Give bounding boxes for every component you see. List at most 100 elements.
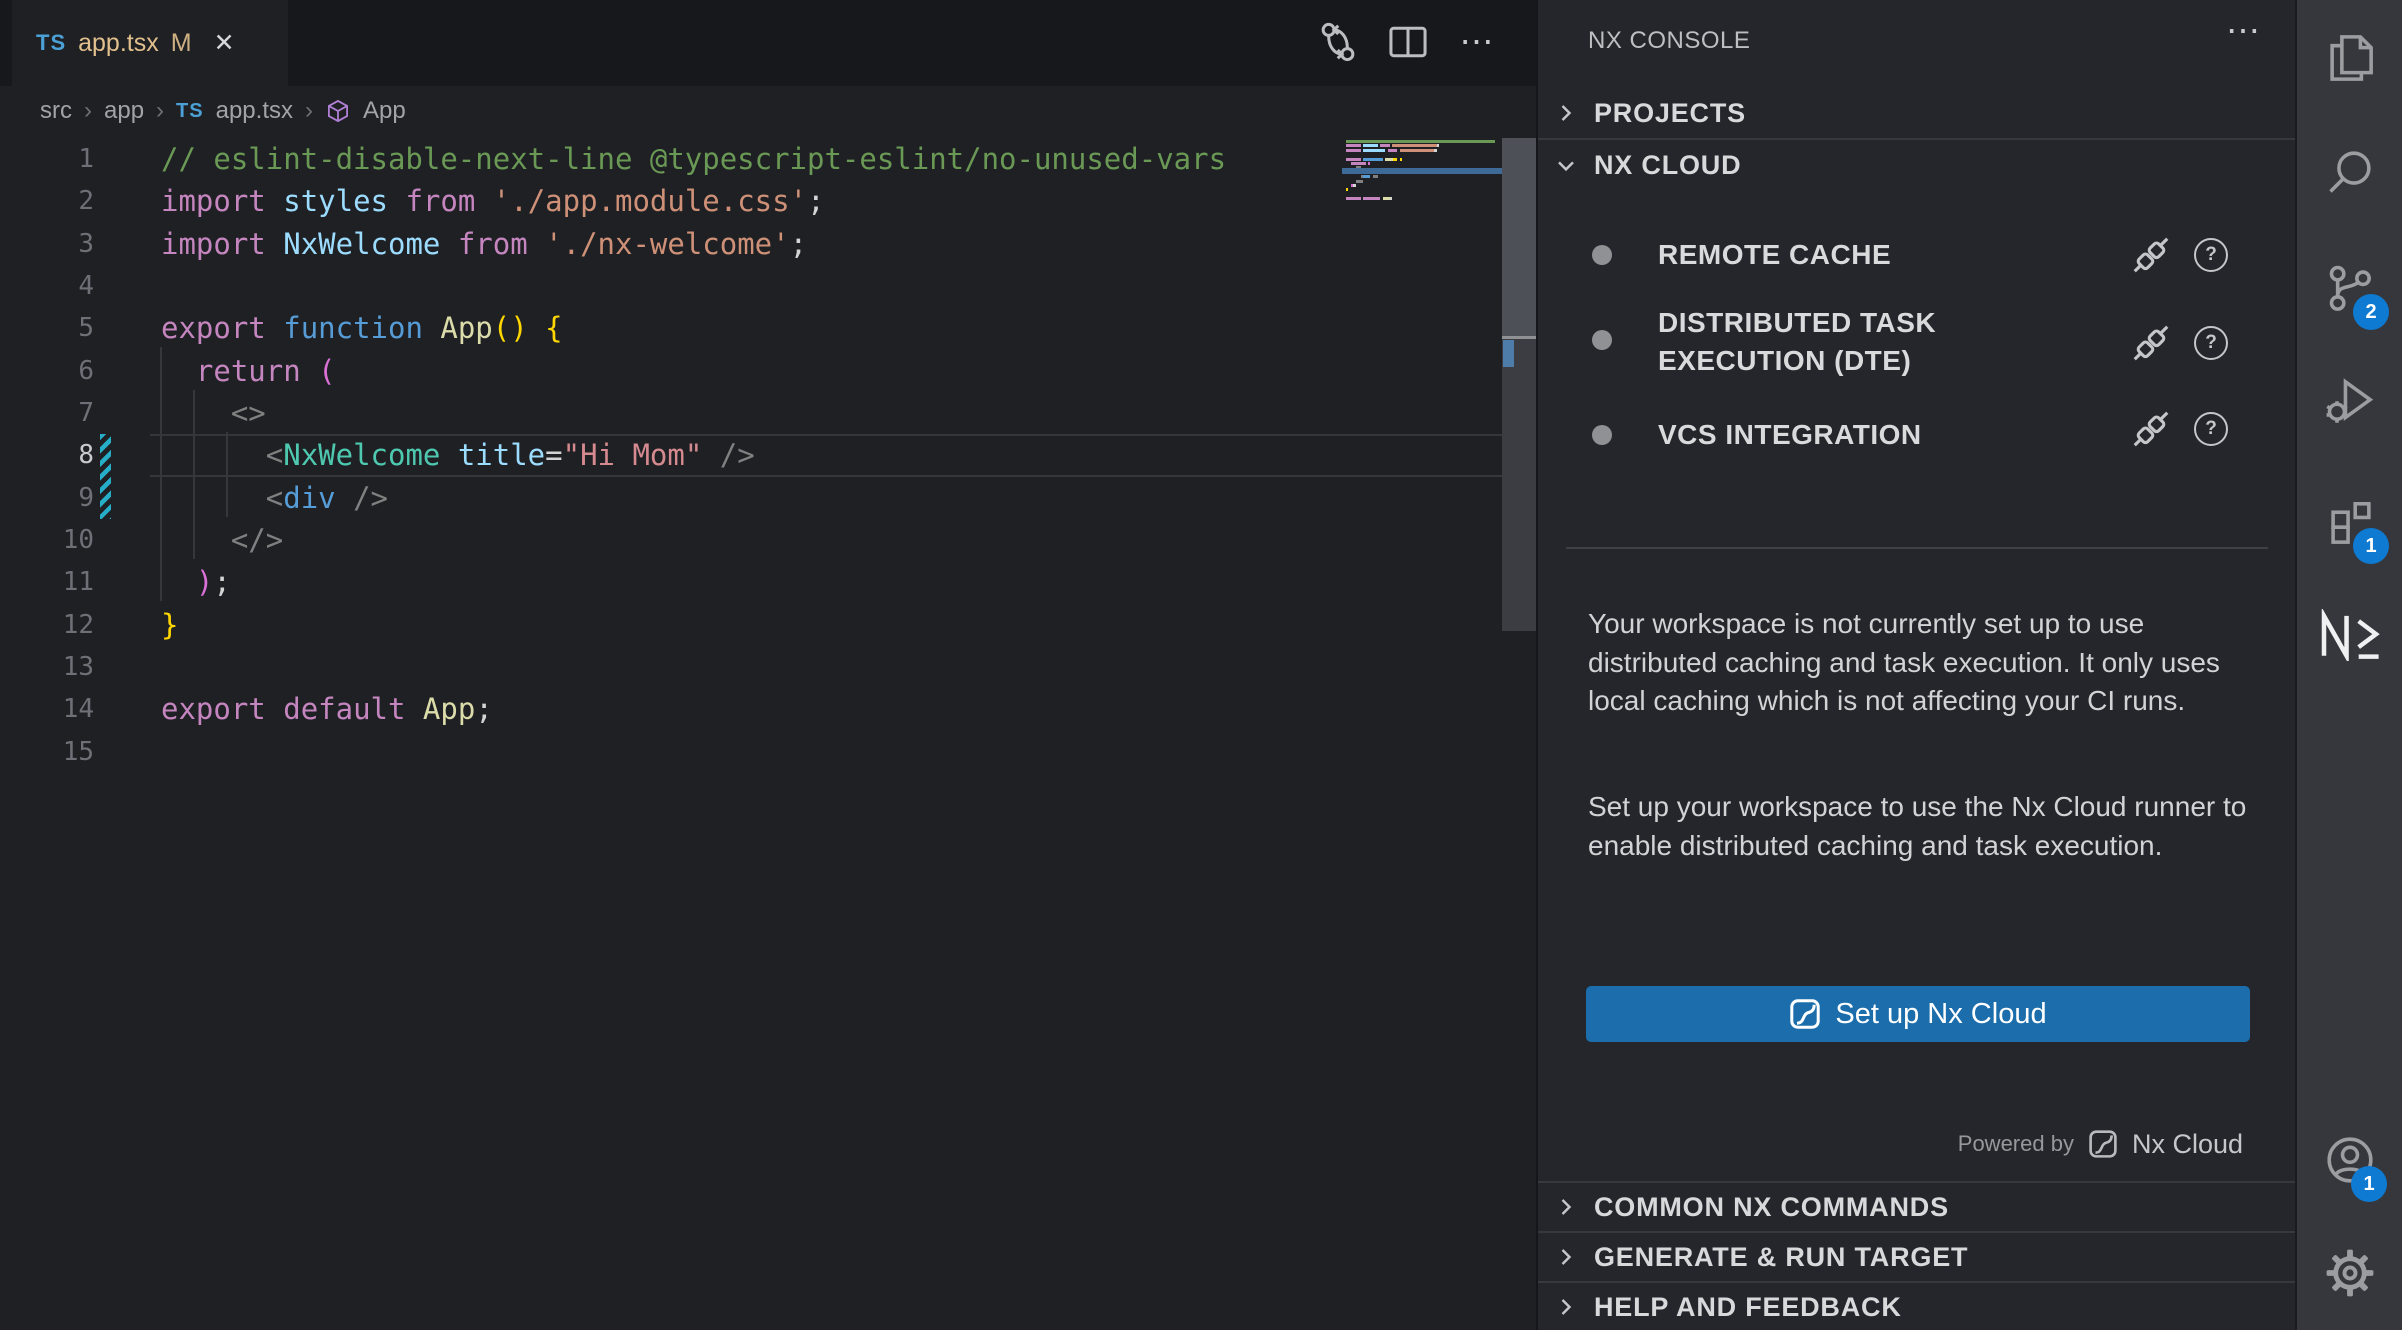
code-line[interactable]: 13	[0, 646, 1502, 688]
status-dot-icon	[1592, 330, 1612, 350]
tab-bar: TS app.tsx M ✕	[0, 0, 1536, 86]
editor-actions: ⋯	[1316, 20, 1500, 64]
code-line[interactable]: 14export default App;	[0, 688, 1502, 730]
code-line[interactable]: 7 <>	[0, 392, 1502, 434]
split-editor-icon[interactable]	[1386, 20, 1430, 64]
chevron-right-icon	[1552, 1293, 1580, 1321]
bottom-sections: COMMON NX COMMANDS GENERATE & RUN TARGET…	[1538, 1181, 2295, 1330]
settings-gear-icon[interactable]	[2297, 1223, 2402, 1323]
overview-ruler-modified-marker	[1503, 340, 1514, 367]
section-label: COMMON NX COMMANDS	[1594, 1192, 1949, 1223]
status-dot-icon	[1592, 425, 1612, 445]
nx-console-panel: NX CONSOLE ⋯ PROJECTS NX CLOUD REMOTE CA…	[1536, 0, 2295, 1330]
line-number: 3	[0, 229, 94, 259]
code-line[interactable]: 12}	[0, 604, 1502, 646]
source-control-badge: 2	[2353, 294, 2389, 330]
gutter-modified-indicator	[100, 434, 111, 519]
line-number: 13	[0, 652, 94, 682]
section-generate-run-target[interactable]: GENERATE & RUN TARGET	[1538, 1231, 2295, 1281]
indent-guide	[226, 432, 228, 517]
line-number: 6	[0, 356, 94, 386]
section-common-nx-commands[interactable]: COMMON NX COMMANDS	[1538, 1181, 2295, 1231]
breadcrumb-separator: ›	[84, 97, 92, 125]
connect-plug-icon[interactable]	[2130, 322, 2172, 364]
code-line[interactable]: 2import styles from './app.module.css';	[0, 180, 1502, 222]
nx-console-icon[interactable]	[2297, 585, 2402, 685]
tab-app-tsx[interactable]: TS app.tsx M ✕	[12, 0, 288, 86]
line-number: 15	[0, 737, 94, 767]
breadcrumb-separator: ›	[305, 97, 313, 125]
chevron-right-icon	[1552, 1243, 1580, 1271]
open-changes-icon[interactable]	[1316, 20, 1360, 64]
line-number: 5	[0, 313, 94, 343]
line-number: 9	[0, 483, 94, 513]
run-debug-icon[interactable]	[2297, 350, 2402, 450]
modified-badge: M	[171, 29, 192, 58]
tab-filename: app.tsx	[78, 29, 159, 58]
section-label: PROJECTS	[1594, 98, 1746, 129]
typescript-file-icon: TS	[36, 30, 66, 56]
breadcrumb-app[interactable]: app	[104, 97, 144, 125]
powered-by-brand: Nx Cloud	[2132, 1129, 2243, 1160]
close-tab-icon[interactable]: ✕	[214, 28, 235, 58]
activity-bar: 2 1	[2295, 0, 2402, 1330]
section-projects[interactable]: PROJECTS	[1538, 88, 2295, 138]
help-icon[interactable]: ?	[2194, 238, 2228, 272]
section-help-and-feedback[interactable]: HELP AND FEEDBACK	[1538, 1281, 2295, 1330]
extensions-badge: 1	[2353, 528, 2389, 564]
setup-nx-cloud-button[interactable]: Set up Nx Cloud	[1586, 986, 2250, 1042]
powered-by-row: Powered by Nx Cloud	[1958, 1118, 2243, 1170]
divider	[1566, 547, 2268, 549]
code-line[interactable]: 4	[0, 265, 1502, 307]
line-number: 2	[0, 186, 94, 216]
code-line[interactable]: 5export function App() {	[0, 307, 1502, 349]
search-icon[interactable]	[2297, 122, 2402, 222]
connect-plug-icon[interactable]	[2130, 234, 2172, 276]
chevron-down-icon	[1552, 151, 1580, 179]
source-control-icon[interactable]: 2	[2297, 238, 2402, 338]
code-line[interactable]: 6 return (	[0, 350, 1502, 392]
code-line[interactable]: 3import NxWelcome from './nx-welcome';	[0, 223, 1502, 265]
scrollbar-slider[interactable]	[1502, 138, 1536, 336]
scrollbar-track[interactable]	[1502, 339, 1536, 631]
panel-title: NX CONSOLE	[1588, 27, 1750, 55]
nx-cloud-logo-icon	[1789, 998, 1821, 1030]
code-line[interactable]: 11 );	[0, 561, 1502, 603]
accounts-badge: 1	[2351, 1166, 2387, 1202]
feature-row-vcs: VCS INTEGRATION ?	[1538, 408, 2295, 462]
feature-row-dte: DISTRIBUTED TASK EXECUTION (DTE) ?	[1538, 300, 2295, 396]
connect-plug-icon[interactable]	[2130, 408, 2172, 450]
breadcrumb-file[interactable]: app.tsx	[216, 97, 293, 125]
help-icon[interactable]: ?	[2194, 326, 2228, 360]
feature-label: DISTRIBUTED TASK EXECUTION (DTE)	[1658, 304, 2088, 380]
section-label: GENERATE & RUN TARGET	[1594, 1242, 1968, 1273]
code-line[interactable]: 1// eslint-disable-next-line @typescript…	[0, 138, 1502, 180]
chevron-right-icon	[1552, 99, 1580, 127]
vscode-window: TS app.tsx M ✕	[0, 0, 2402, 1330]
accounts-icon[interactable]: 1	[2297, 1110, 2402, 1210]
breadcrumb-src[interactable]: src	[40, 97, 72, 125]
more-actions-icon[interactable]: ⋯	[1456, 20, 1500, 64]
setup-button-label: Set up Nx Cloud	[1835, 998, 2046, 1031]
code-line[interactable]: 15	[0, 731, 1502, 773]
breadcrumb: src › app › TS app.tsx › App	[0, 86, 1536, 136]
line-number: 12	[0, 610, 94, 640]
extensions-icon[interactable]: 1	[2297, 472, 2402, 572]
section-nx-cloud[interactable]: NX CLOUD	[1538, 140, 2295, 190]
section-label: NX CLOUD	[1594, 150, 1741, 181]
feature-label: REMOTE CACHE	[1658, 236, 2088, 274]
help-icon[interactable]: ?	[2194, 412, 2228, 446]
explorer-icon[interactable]	[2297, 8, 2402, 108]
feature-label: VCS INTEGRATION	[1658, 416, 2088, 454]
breadcrumb-symbol[interactable]: App	[363, 97, 406, 125]
status-dot-icon	[1592, 245, 1612, 265]
code-line[interactable]: 10 </>	[0, 519, 1502, 561]
section-label: HELP AND FEEDBACK	[1594, 1292, 1902, 1323]
setup-instructions-text: Set up your workspace to use the Nx Clou…	[1588, 788, 2264, 865]
more-actions-icon[interactable]: ⋯	[2226, 14, 2263, 48]
line-number: 8	[0, 440, 94, 470]
feature-row-remote-cache: REMOTE CACHE ?	[1538, 228, 2295, 282]
breadcrumb-separator: ›	[156, 97, 164, 125]
line-number: 10	[0, 525, 94, 555]
line-number: 1	[0, 144, 94, 174]
